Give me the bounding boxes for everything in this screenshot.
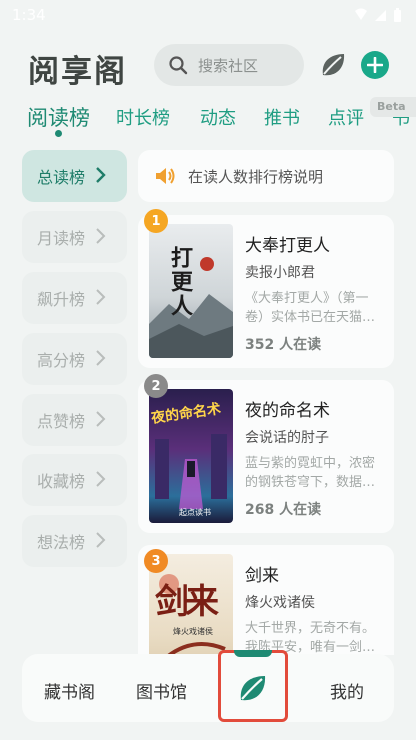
status-time: 1:34 <box>12 6 46 24</box>
nav-library[interactable]: 图书馆 <box>136 678 187 703</box>
speaker-icon <box>156 168 175 184</box>
notice-text: 在读人数排行榜说明 <box>188 167 324 186</box>
leaf-icon <box>240 676 266 701</box>
book-author: 卖报小郎君 <box>245 265 315 281</box>
sidebar-item-likes[interactable]: 点赞榜 <box>22 394 127 446</box>
app-title: 阅享阁 <box>28 54 127 90</box>
nav-community[interactable] <box>218 650 288 722</box>
book-author: 烽火戏诸侯 <box>245 595 315 611</box>
sidebar-item-monthly-read[interactable]: 月读榜 <box>22 211 127 263</box>
sidebar-item-label: 点赞榜 <box>37 412 86 431</box>
chevron-right-icon <box>96 350 106 366</box>
cover-subtitle: 烽火戏诸侯 <box>173 627 213 636</box>
tab-duration-rank[interactable]: 时长榜 <box>116 104 170 130</box>
chevron-right-icon <box>96 289 106 305</box>
status-icons <box>354 7 402 23</box>
sidebar-item-thoughts[interactable]: 想法榜 <box>22 515 127 567</box>
chevron-right-icon <box>96 228 106 244</box>
chevron-right-icon <box>96 471 106 487</box>
book-card[interactable]: 1 打更人 大奉打更人 卖报小郎君 《大奉打更人》（第一卷）实体书已在天猫… 3… <box>138 209 394 368</box>
book-title: 剑来 <box>245 566 279 586</box>
search-placeholder: 搜索社区 <box>198 56 259 75</box>
tab-activity[interactable]: 动态 <box>200 104 236 130</box>
chevron-right-icon <box>96 411 106 427</box>
add-button[interactable] <box>361 51 389 79</box>
tab-bar: 阅读榜 时长榜 动态 推书 点评 书 <box>0 100 416 140</box>
cover-title: 打更人 <box>167 246 192 318</box>
book-readers-count: 352 人在读 <box>245 337 322 353</box>
rank-badge: 2 <box>144 374 168 398</box>
status-bar: 1:34 <box>0 0 416 30</box>
book-description: 蓝与紫的霓虹中，浓密的钢铁苍穹下，数据… <box>245 456 376 490</box>
cellular-icon <box>375 9 386 21</box>
nav-bookshelf[interactable]: 藏书阁 <box>44 678 95 703</box>
search-icon <box>169 56 188 75</box>
nav-profile[interactable]: 我的 <box>330 678 364 703</box>
tab-recommend[interactable]: 推书 <box>264 104 300 130</box>
active-tab-indicator <box>55 130 62 137</box>
leaf-icon[interactable] <box>318 50 348 80</box>
chevron-right-icon <box>96 167 106 183</box>
sidebar-item-label: 飙升榜 <box>37 290 86 309</box>
book-cover: 夜的命名术 起点读书 <box>149 389 233 523</box>
chevron-right-icon <box>96 532 106 548</box>
rank-badge: 1 <box>144 209 168 233</box>
sidebar-item-label: 总读榜 <box>37 168 86 187</box>
tab-review[interactable]: 点评 <box>328 104 364 130</box>
bottom-nav: 藏书阁 图书馆 我的 <box>22 650 394 722</box>
book-author: 会说话的肘子 <box>245 430 329 446</box>
cover-footer: 起点读书 <box>179 508 211 517</box>
sidebar-item-high-score[interactable]: 高分榜 <box>22 333 127 385</box>
rank-badge: 3 <box>144 549 168 573</box>
book-description: 《大奉打更人》（第一卷）实体书已在天猫… <box>245 291 376 325</box>
search-input[interactable]: 搜索社区 <box>154 44 304 86</box>
book-readers-count: 268 人在读 <box>245 502 322 518</box>
tab-reading-rank[interactable]: 阅读榜 <box>27 102 90 132</box>
sidebar-item-label: 高分榜 <box>37 351 86 370</box>
sidebar-item-rising[interactable]: 飙升榜 <box>22 272 127 324</box>
beta-badge: Beta <box>370 97 416 117</box>
sidebar-item-total-read[interactable]: 总读榜 <box>22 150 127 202</box>
header: 阅享阁 搜索社区 <box>0 40 416 92</box>
signal-icon <box>355 8 367 20</box>
plus-icon <box>367 57 383 73</box>
book-card[interactable]: 2 夜的命名术 起点读书 夜的命名术 会说话的肘子 蓝与紫的霓虹中，浓密的钢铁苍… <box>138 374 394 533</box>
sidebar-item-label: 月读榜 <box>37 229 86 248</box>
book-title: 大奉打更人 <box>245 236 330 256</box>
sidebar-item-label: 收藏榜 <box>37 472 86 491</box>
active-nav-indicator <box>234 650 272 657</box>
sidebar-item-favorites[interactable]: 收藏榜 <box>22 454 127 506</box>
sidebar-item-label: 想法榜 <box>37 533 86 552</box>
ranking-explanation-notice[interactable]: 在读人数排行榜说明 <box>138 150 394 202</box>
battery-icon <box>394 7 401 22</box>
book-card[interactable]: 剑来 烽火戏诸侯 剑来 烽火戏诸侯 大千世界，无奇不有。我陈平安，唯有一剑… <box>138 545 394 655</box>
cover-title: 剑来 <box>155 582 219 622</box>
book-cover: 打更人 <box>149 224 233 358</box>
book-title: 夜的命名术 <box>245 401 330 421</box>
